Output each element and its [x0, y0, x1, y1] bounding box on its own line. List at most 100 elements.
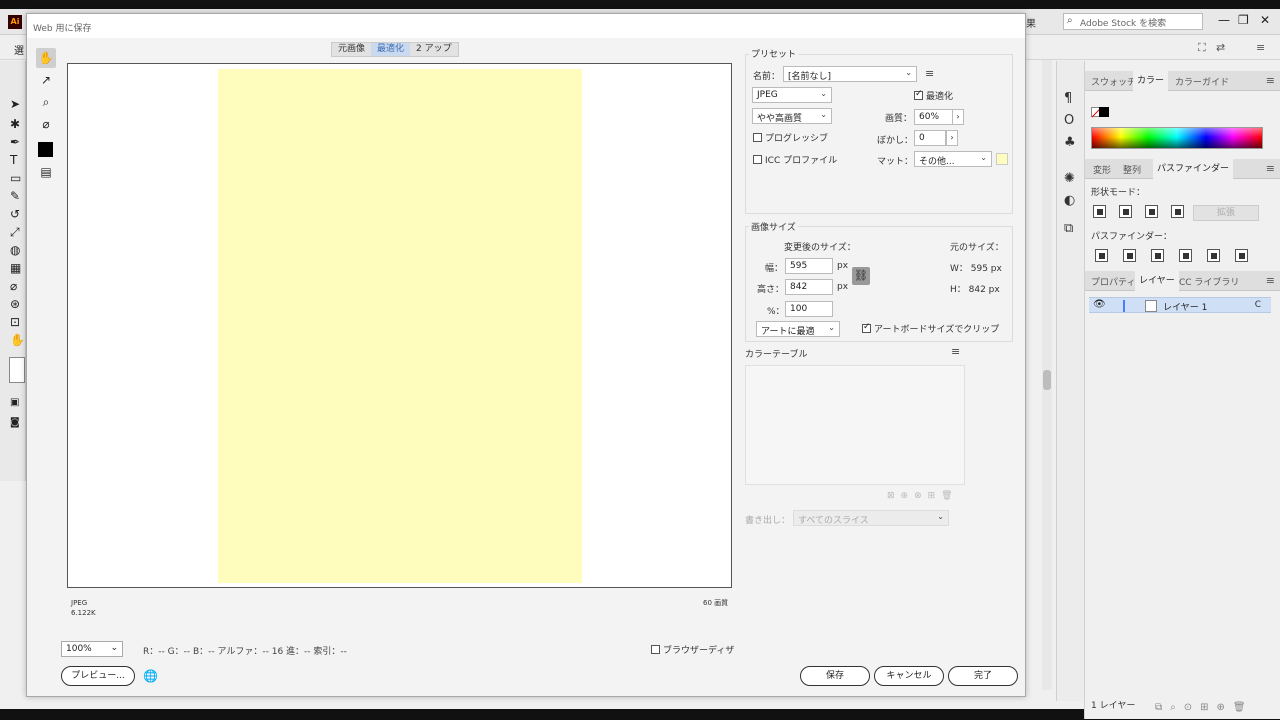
- tab-properties[interactable]: プロパティ: [1091, 275, 1135, 288]
- artboard-tool-icon[interactable]: ⊡: [10, 315, 20, 329]
- tab-transform[interactable]: 変形: [1093, 163, 1111, 176]
- layer-target-icon[interactable]: C: [1255, 300, 1261, 310]
- rectangle-tool-icon[interactable]: ▭: [10, 171, 21, 185]
- tab-color[interactable]: カラー: [1133, 71, 1169, 91]
- height-input[interactable]: 842: [785, 279, 833, 295]
- type-tool-icon[interactable]: T: [10, 153, 17, 167]
- panel-menu-icon[interactable]: ≡: [1266, 274, 1275, 287]
- tab-layers[interactable]: レイヤー: [1135, 271, 1179, 291]
- screen-mode-icon[interactable]: ◙: [10, 417, 20, 428]
- eye-icon[interactable]: 👁: [1093, 299, 1106, 310]
- width-input[interactable]: 595: [785, 258, 833, 274]
- quality-input[interactable]: 60%: [914, 109, 954, 125]
- menu-item-partial[interactable]: 果: [1026, 15, 1036, 30]
- minus-front-icon[interactable]: [1119, 205, 1132, 218]
- sun-icon[interactable]: ✺: [1064, 171, 1075, 186]
- constrain-proportions-icon[interactable]: ⛓: [852, 267, 870, 285]
- cancel-button[interactable]: キャンセル: [874, 666, 944, 686]
- clip-to-artboard-checkbox[interactable]: アートボードサイズでクリップ: [862, 322, 999, 335]
- color-spectrum[interactable]: [1091, 127, 1263, 149]
- tab-swatches[interactable]: スウォッチ: [1091, 75, 1136, 88]
- matte-color-swatch[interactable]: [996, 153, 1008, 165]
- quality-slider-arrow[interactable]: ›: [952, 109, 964, 125]
- trim-icon[interactable]: [1123, 249, 1136, 262]
- globe-icon[interactable]: 🌐: [143, 669, 158, 683]
- tab-cc-libraries[interactable]: CC ライブラリ: [1179, 275, 1239, 288]
- rotate-tool-icon[interactable]: ↺: [10, 207, 20, 221]
- zoom-select[interactable]: 100% ⌄: [61, 641, 123, 657]
- eyedropper-tool-icon[interactable]: ⌀: [10, 279, 17, 293]
- pen-tool-icon[interactable]: ✒: [10, 135, 20, 149]
- minimize-button[interactable]: —: [1218, 13, 1230, 27]
- layer-name[interactable]: レイヤー 1: [1163, 300, 1207, 313]
- magic-wand-tool-icon[interactable]: ✱: [10, 117, 20, 131]
- minus-back-icon[interactable]: [1235, 249, 1248, 262]
- panel-menu-icon[interactable]: ≡: [1266, 162, 1275, 175]
- symbol-sprayer-tool-icon[interactable]: ⊛: [10, 297, 20, 311]
- maximize-button[interactable]: ❐: [1238, 13, 1249, 27]
- exclude-icon[interactable]: [1171, 205, 1184, 218]
- resample-select[interactable]: アートに最適 ⌄: [756, 321, 840, 337]
- merge-icon[interactable]: [1151, 249, 1164, 262]
- progressive-checkbox[interactable]: プログレッシブ: [753, 131, 828, 144]
- layer-footer-icons[interactable]: ⧉⌕⊙⊞⊕🗑: [1155, 702, 1254, 713]
- paragraph-icon[interactable]: ¶: [1064, 91, 1072, 106]
- color-table-actions[interactable]: ⊠⊕⊗⊞🗑: [887, 491, 959, 501]
- preview-canvas[interactable]: [67, 63, 732, 588]
- save-button[interactable]: 保存: [800, 666, 870, 686]
- fill-swatch[interactable]: [9, 357, 25, 383]
- preset-name-select[interactable]: [名前なし] ⌄: [783, 66, 917, 82]
- draw-mode-icon[interactable]: ▣: [10, 397, 19, 408]
- hand-tool-icon[interactable]: ✋: [10, 333, 25, 347]
- toggle-slice-visibility-icon[interactable]: ▤: [36, 162, 56, 182]
- matte-select[interactable]: その他... ⌄: [914, 151, 992, 167]
- optimize-checkbox[interactable]: 最適化: [914, 89, 953, 102]
- artboards-icon[interactable]: ⧉: [1064, 221, 1073, 236]
- panel-menu-icon[interactable]: ≡: [1256, 41, 1265, 54]
- crop-icon[interactable]: [1179, 249, 1192, 262]
- blur-input[interactable]: 0: [914, 130, 946, 146]
- zoom-tool-icon[interactable]: ⌕: [36, 92, 56, 112]
- quality-preset-select[interactable]: やや高画質 ⌄: [752, 108, 832, 124]
- outline-icon[interactable]: [1207, 249, 1220, 262]
- scrollbar-thumb[interactable]: [1043, 370, 1051, 390]
- adobe-stock-search-input[interactable]: ⌕ Adobe Stock を検索: [1063, 13, 1203, 30]
- brush-icon[interactable]: ♣: [1064, 135, 1076, 150]
- icc-profile-checkbox[interactable]: ICC プロファイル: [753, 153, 837, 166]
- tab-optimized[interactable]: 最適化: [371, 43, 411, 56]
- canvas-scrollbar[interactable]: [1042, 60, 1052, 690]
- selection-tool-icon[interactable]: ➤: [10, 97, 20, 111]
- format-select[interactable]: JPEG ⌄: [752, 87, 832, 103]
- color-table-menu-icon[interactable]: ≡: [951, 345, 960, 358]
- percent-input[interactable]: 100: [785, 301, 833, 317]
- layer-row[interactable]: 👁 レイヤー 1 C: [1089, 297, 1271, 313]
- preview-button[interactable]: プレビュー...: [61, 666, 135, 686]
- scale-tool-icon[interactable]: ⤢: [10, 225, 20, 240]
- eyedropper-color-swatch[interactable]: [38, 142, 53, 157]
- appearance-icon[interactable]: ◐: [1064, 193, 1075, 208]
- glyph-icon[interactable]: O: [1064, 113, 1074, 128]
- color-table[interactable]: [745, 365, 965, 485]
- hand-tool-icon[interactable]: ✋: [36, 48, 56, 68]
- tab-2-up[interactable]: 2 アップ: [410, 43, 458, 56]
- optimize-menu-icon[interactable]: ≡: [925, 67, 934, 80]
- tab-pathfinder[interactable]: パスファインダー: [1153, 159, 1234, 179]
- eyedropper-tool-icon[interactable]: ⌀: [36, 114, 56, 134]
- paintbrush-tool-icon[interactable]: ✎: [10, 189, 20, 203]
- sync-icon[interactable]: ⇄: [1216, 41, 1225, 54]
- browser-dither-checkbox[interactable]: ブラウザーディザ: [651, 643, 734, 656]
- tab-original[interactable]: 元画像: [332, 43, 371, 56]
- black-swatch[interactable]: [1099, 107, 1109, 117]
- mesh-tool-icon[interactable]: ▦: [10, 261, 21, 275]
- expand-button[interactable]: 拡張: [1193, 205, 1259, 221]
- arrange-icon[interactable]: ⛶: [1198, 41, 1206, 55]
- blur-slider-arrow[interactable]: ›: [946, 130, 958, 146]
- panel-menu-icon[interactable]: ≡: [1266, 74, 1275, 87]
- intersect-icon[interactable]: [1145, 205, 1158, 218]
- close-button[interactable]: ✕: [1260, 13, 1270, 27]
- slice-select-tool-icon[interactable]: ↗: [36, 70, 56, 90]
- tab-align[interactable]: 整列: [1123, 163, 1141, 176]
- export-select[interactable]: すべてのスライス ⌄: [793, 510, 949, 526]
- tab-color-guide[interactable]: カラーガイド: [1175, 75, 1229, 88]
- shape-builder-tool-icon[interactable]: ◍: [10, 243, 20, 257]
